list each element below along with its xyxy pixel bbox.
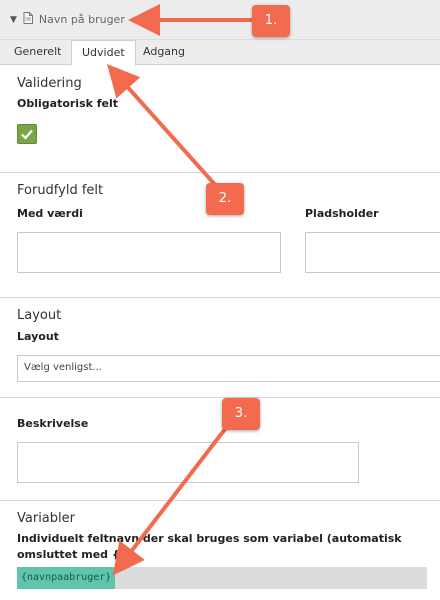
variables-description: Individuelt feltnavn der skal bruges som… [17,532,402,561]
value-input[interactable] [17,232,281,273]
prefill-title: Forudfyld felt [17,183,104,198]
tab-udvidet[interactable]: Udvidet [71,40,136,66]
element-title: Navn på bruger [38,13,125,26]
placeholder-label: Pladsholder [305,207,379,220]
validation-title: Validering [17,76,82,91]
annotation-badge-3: 3. [222,398,260,430]
placeholder-input[interactable] [305,232,440,273]
element-header: ▼ Navn på bruger [0,0,440,40]
variable-field[interactable]: {navnpaabruger} [17,567,427,589]
layout-select-value: Vælg venligst... [24,362,102,373]
layout-select[interactable]: Vælg venligst... [17,355,440,382]
variables-title: Variabler [17,511,75,526]
annotation-badge-1: 1. [252,5,290,37]
check-icon [21,129,33,140]
required-label: Obligatorisk felt [17,97,119,110]
document-icon [23,12,33,27]
description-input[interactable] [17,442,359,483]
arrow-2 [106,64,220,190]
layout-label: Layout [17,330,59,343]
variable-tag: {navnpaabruger} [17,567,116,589]
tab-bar: Generelt Udvidet Adgang [0,40,440,66]
collapse-triangle-icon[interactable]: ▼ [10,15,17,25]
layout-title: Layout [17,308,62,323]
tab-adgang[interactable]: Adgang [133,40,195,65]
layout-section [0,297,440,397]
value-label: Med værdi [17,207,83,220]
description-label: Beskrivelse [17,417,89,430]
tab-generelt[interactable]: Generelt [4,40,71,65]
annotation-badge-2: 2. [206,183,244,215]
required-checkbox[interactable] [17,124,37,144]
